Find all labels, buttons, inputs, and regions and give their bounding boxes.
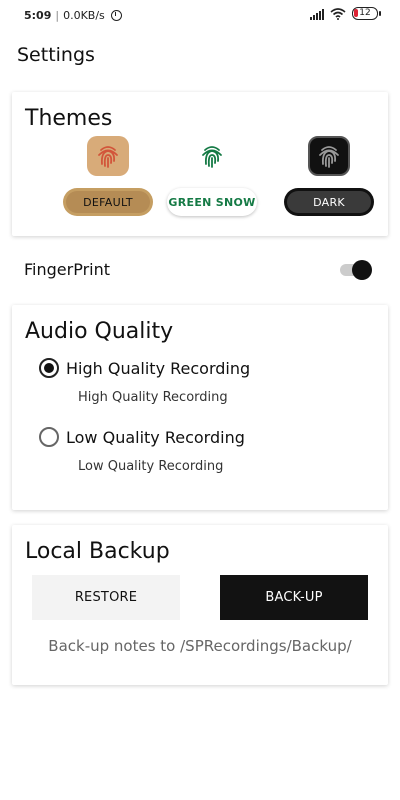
radio-high-quality[interactable]: High Quality Recording — [39, 358, 250, 378]
radio-sublabel-high: High Quality Recording — [78, 390, 228, 405]
restore-button[interactable]: RESTORE — [32, 575, 180, 620]
signal-icon — [310, 8, 324, 20]
local-backup-title: Local Backup — [25, 539, 170, 564]
radio-sublabel-low: Low Quality Recording — [78, 459, 224, 474]
status-time: 5:09 — [24, 9, 52, 22]
audio-quality-title: Audio Quality — [25, 319, 174, 344]
page-title: Settings — [17, 44, 95, 66]
fingerprint-icon[interactable] — [191, 136, 233, 176]
fingerprint-icon[interactable] — [308, 136, 350, 176]
theme-option-green-snow[interactable]: GREEN SNOW — [162, 136, 262, 226]
battery-icon: 12 — [352, 7, 381, 20]
radio-unselected-icon[interactable] — [39, 427, 59, 447]
themes-title: Themes — [25, 106, 113, 131]
wifi-icon — [330, 7, 346, 20]
themes-card: Themes DEFAULT GREEN SNOW DARK — [12, 92, 388, 236]
audio-quality-card: Audio Quality High Quality Recording Hig… — [12, 305, 388, 510]
theme-label-default: DEFAULT — [66, 191, 150, 213]
backup-button[interactable]: BACK-UP — [220, 575, 368, 620]
status-left: 5:09 | 0.0KB/s — [24, 9, 122, 22]
battery-level: 12 — [359, 8, 371, 18]
alarm-icon — [110, 10, 122, 21]
fingerprint-toggle[interactable] — [340, 260, 374, 280]
radio-label-high: High Quality Recording — [66, 358, 251, 378]
status-divider: | — [55, 9, 60, 22]
theme-button-green-snow[interactable]: GREEN SNOW — [167, 188, 257, 216]
radio-selected-icon[interactable] — [39, 358, 59, 378]
status-right: 12 — [310, 7, 381, 20]
radio-label-low: Low Quality Recording — [66, 427, 245, 447]
fingerprint-icon[interactable] — [87, 136, 129, 176]
local-backup-card: Local Backup RESTORE BACK-UP Back-up not… — [12, 525, 388, 685]
theme-option-dark[interactable]: DARK — [279, 136, 379, 226]
network-speed: 0.0KB/s — [63, 9, 105, 22]
fingerprint-label: FingerPrint — [24, 260, 111, 279]
theme-button-default[interactable]: DEFAULT — [63, 188, 153, 216]
backup-path-note: Back-up notes to /SPRecordings/Backup/ — [48, 637, 352, 655]
radio-low-quality[interactable]: Low Quality Recording — [39, 427, 245, 447]
theme-label-dark: DARK — [287, 191, 371, 213]
theme-option-default[interactable]: DEFAULT — [58, 136, 158, 226]
theme-button-dark[interactable]: DARK — [284, 188, 374, 216]
status-bar: 5:09 | 0.0KB/s 12 — [0, 0, 400, 32]
toggle-knob — [352, 260, 372, 280]
